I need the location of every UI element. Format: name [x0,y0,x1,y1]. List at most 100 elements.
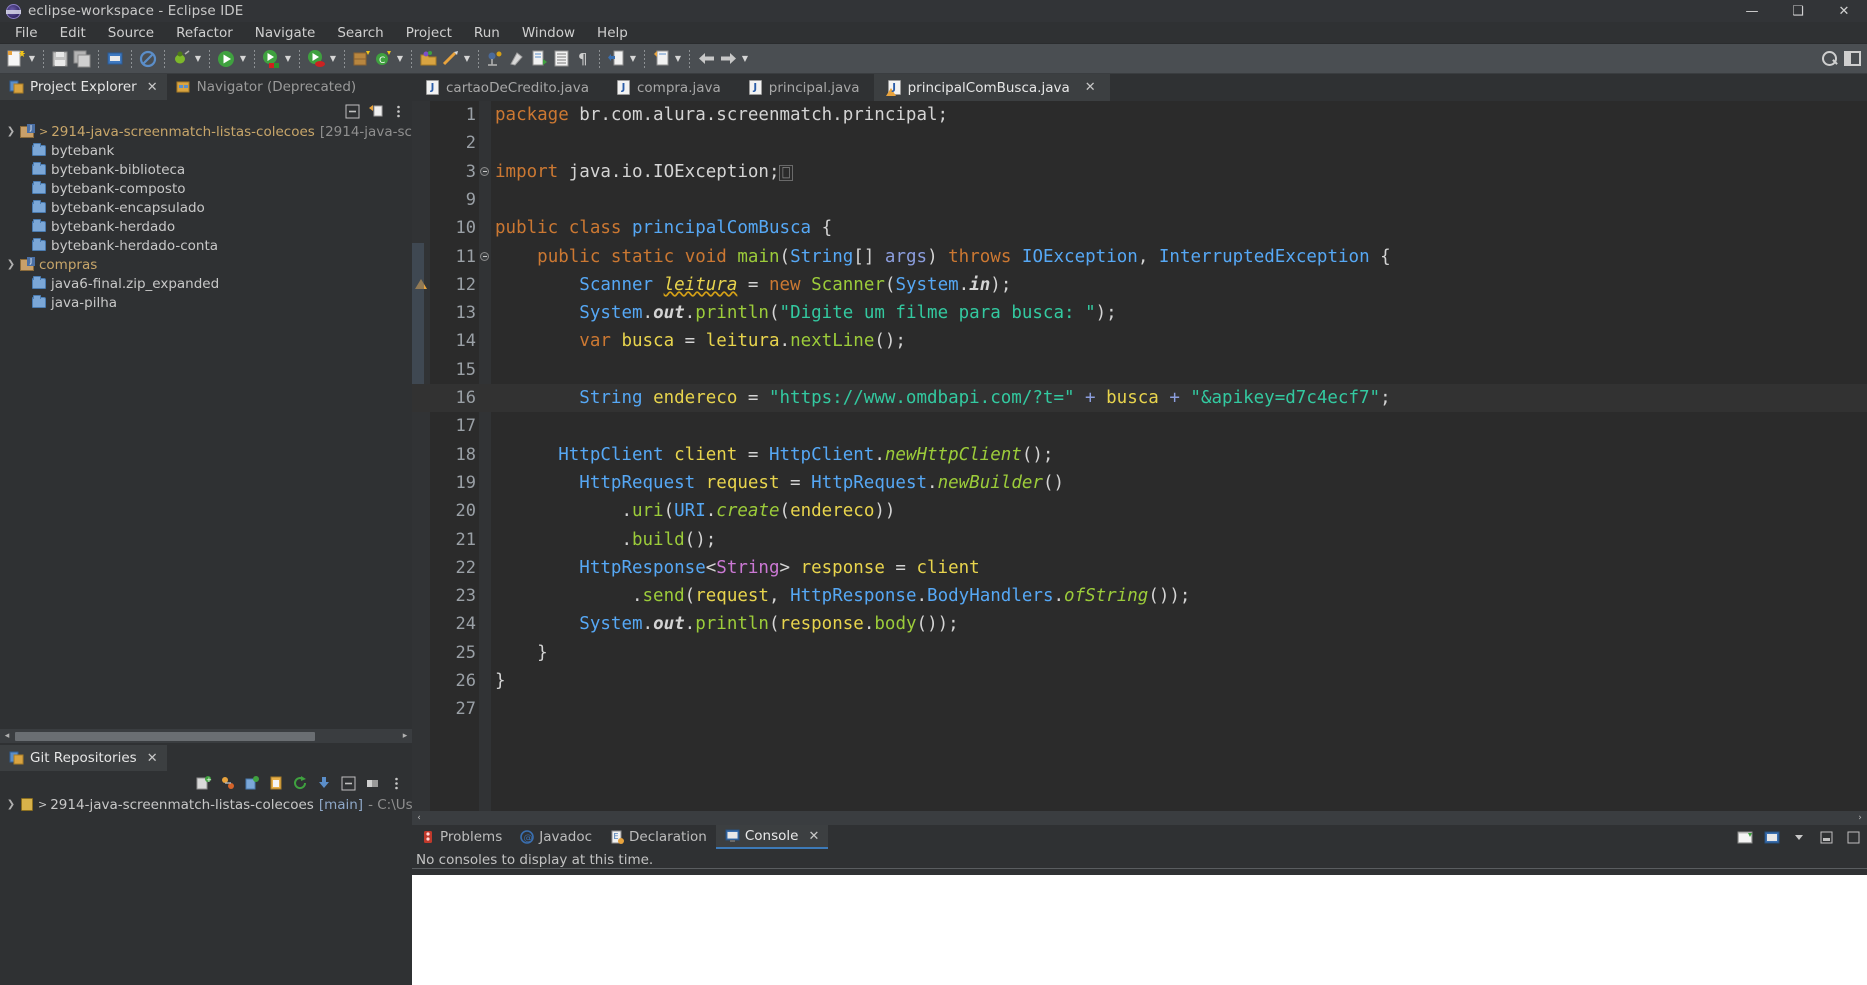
close-button[interactable]: ✕ [1821,0,1867,22]
coverage-dropdown-icon[interactable]: ▼ [282,48,294,70]
editor-horizontal-scrollbar[interactable]: ‹ › [412,811,1867,825]
code-line[interactable]: 2 [412,129,1867,157]
collapse-all-icon[interactable] [342,102,362,120]
scroll-right-arrow[interactable]: ▸ [398,731,412,741]
last-edit-dropdown-icon[interactable]: ▼ [627,48,639,70]
link-with-editor-icon[interactable] [365,102,385,120]
console-tab-javadoc[interactable]: @ Javadoc [511,825,601,849]
editor-tab-cartaodecredito-java[interactable]: cartaoDeCredito.java [412,74,603,101]
git-repositories-tree[interactable]: ❯ >2914-java-screenmatch-listas-colecoes[… [0,795,503,985]
menu-item-search[interactable]: Search [326,22,394,44]
paste-repository-icon[interactable] [266,774,286,792]
view-menu-icon[interactable] [388,102,408,120]
menu-item-help[interactable]: Help [586,22,639,44]
code-line[interactable]: 20 .uri(URI.create(endereco)) [412,497,1867,525]
code-line[interactable]: 15 [412,356,1867,384]
open-type-icon[interactable] [417,48,439,70]
tree-item-bytebank[interactable]: bytebank [0,141,412,160]
code-line[interactable]: 22 HttpResponse<String> response = clien… [412,554,1867,582]
code-line[interactable]: 10 public class principalComBusca { [412,214,1867,242]
new-class-dropdown-icon[interactable]: ▼ [394,48,406,70]
back-icon[interactable] [695,48,717,70]
run-last-icon[interactable] [305,48,327,70]
code-line[interactable]: 19 HttpRequest request = HttpRequest.new… [412,469,1867,497]
editor-tab-principal-java[interactable]: principal.java [735,74,874,101]
open-perspective-icon[interactable] [1844,51,1861,66]
editor-tab-compra-java[interactable]: compra.java [603,74,735,101]
view-tab-navigator-deprecated[interactable]: Navigator (Deprecated) [167,74,366,100]
scrollbar-thumb[interactable] [15,731,315,741]
skip-breakpoints-icon[interactable] [484,48,506,70]
console-tab-problems[interactable]: Problems [412,825,511,849]
git-repo-row[interactable]: ❯ >2914-java-screenmatch-listas-colecoes[… [0,795,503,814]
view-menu-icon[interactable] [386,774,406,792]
run-last-dropdown-icon[interactable]: ▼ [327,48,339,70]
view-tab-project-explorer[interactable]: Project Explorer ✕ [0,74,167,100]
chevron-down-icon[interactable] [1789,828,1809,846]
code-line[interactable]: 24 System.out.println(response.body()); [412,610,1867,638]
maximize-button[interactable]: ❑ [1775,0,1821,22]
create-repository-icon[interactable] [242,774,262,792]
tree-item-bytebank-biblioteca[interactable]: bytebank-biblioteca [0,160,412,179]
run-dropdown-icon[interactable]: ▼ [237,48,249,70]
editor-tab-principalcombusca-java[interactable]: principalComBusca.java ✕ [873,74,1110,101]
new-java-package-icon[interactable] [350,48,372,70]
tree-item-java6-final-zip-expanded[interactable]: java6-final.zip_expanded [0,274,412,293]
tree-item-bytebank-encapsulado[interactable]: bytebank-encapsulado [0,198,412,217]
maximize-icon[interactable] [1843,828,1863,846]
scroll-left-arrow[interactable]: ◂ [0,731,14,741]
new-wizard-icon[interactable]: ★ [4,48,26,70]
menu-item-refactor[interactable]: Refactor [165,22,244,44]
code-line[interactable]: 17 [412,412,1867,440]
close-icon[interactable]: ✕ [147,80,158,95]
code-line[interactable]: 26} [412,667,1867,695]
clone-repository-icon[interactable] [218,774,238,792]
close-icon[interactable]: ✕ [808,829,819,844]
code-line[interactable]: 14 var busca = leitura.nextLine(); [412,327,1867,355]
tree-item-compras[interactable]: ❯ compras [0,255,412,274]
toggle-block-selection-icon[interactable] [550,48,572,70]
fetch-icon[interactable] [314,774,334,792]
menu-item-navigate[interactable]: Navigate [244,22,327,44]
new-java-class-icon[interactable]: C [372,48,394,70]
search-pen-dropdown-icon[interactable]: ▼ [461,48,473,70]
last-edit-location-icon[interactable] [605,48,627,70]
menu-item-project[interactable]: Project [395,22,463,44]
tree-item-bytebank-composto[interactable]: bytebank-composto [0,179,412,198]
code-editor[interactable]: 1 package br.com.alura.screenmatch.princi… [412,101,1867,813]
console-tab-console[interactable]: Console ✕ [715,825,829,849]
code-line[interactable]: 11 public static void main(String[] args… [412,243,1867,271]
menu-item-window[interactable]: Window [511,22,586,44]
previous-annotation-icon[interactable] [650,48,672,70]
show-whitespace-icon[interactable]: ¶ [572,48,594,70]
close-icon[interactable]: ✕ [1085,80,1096,95]
coverage-icon[interactable] [260,48,282,70]
tree-item-bytebank-herdado-conta[interactable]: bytebank-herdado-conta [0,236,412,255]
chevron-right-icon[interactable]: ❯ [4,799,18,810]
tree-item-java-pilha[interactable]: java-pilha [0,293,412,312]
code-line[interactable]: 21 .build(); [412,526,1867,554]
open-console-icon[interactable] [1735,828,1755,846]
chevron-right-icon[interactable]: ❯ [4,126,18,137]
no-entry-icon[interactable] [137,48,159,70]
minimize-icon[interactable] [1816,828,1836,846]
code-line[interactable]: 13 System.out.println("Digite um filme p… [412,299,1867,327]
tree-item-bytebank-herdado[interactable]: bytebank-herdado [0,217,412,236]
new-wizard-dropdown-icon[interactable]: ▼ [26,48,38,70]
cleanup-icon[interactable] [506,48,528,70]
debug-dropdown-icon[interactable]: ▼ [192,48,204,70]
add-repository-icon[interactable]: + [194,774,214,792]
link-icon[interactable] [362,774,382,792]
display-selected-console-icon[interactable] [1762,828,1782,846]
save-icon[interactable] [49,48,71,70]
run-icon[interactable] [215,48,237,70]
menu-item-run[interactable]: Run [463,22,511,44]
view-tab-git-repositories[interactable]: Git Repositories ✕ [0,745,167,771]
search-pen-icon[interactable] [439,48,461,70]
chevron-right-icon[interactable]: ❯ [4,259,18,270]
save-all-icon[interactable] [71,48,93,70]
print-icon[interactable] [104,48,126,70]
previous-annotation-dropdown-icon[interactable]: ▼ [672,48,684,70]
console-output[interactable] [412,875,1867,985]
debug-icon[interactable] [170,48,192,70]
